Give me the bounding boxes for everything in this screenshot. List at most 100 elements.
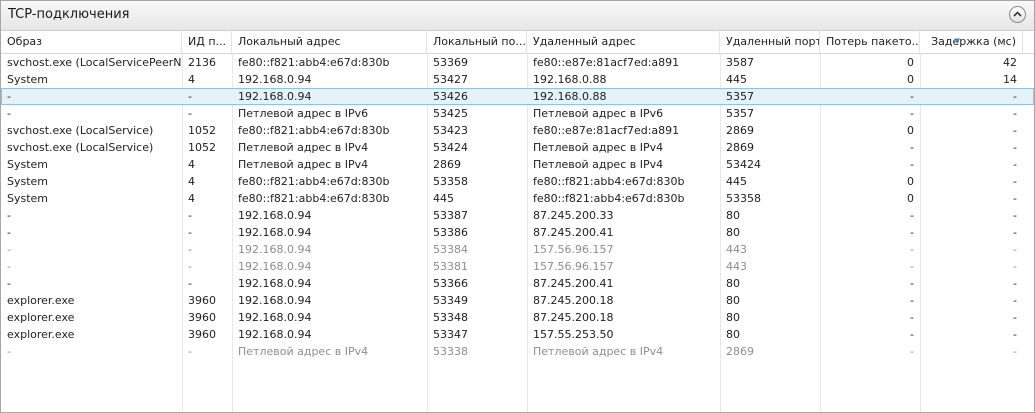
cell-pid: 2136 [188,56,216,69]
column-header-latency[interactable]: ▼ Задержка (мс) [920,31,1023,53]
cell-packet-loss: 0 [907,192,914,205]
cell-local-address: 192.168.0.94 [238,226,312,239]
column-header-remote-port[interactable]: Удаленный порт [720,31,820,53]
cell-local-address: fe80::f821:abb4:e67d:830b [238,56,390,69]
cell-image: - [7,209,11,222]
cell-local-port: 53358 [433,175,468,188]
cell-packet-loss: - [910,243,914,256]
cell-local-port: 445 [433,192,454,205]
column-header-pid[interactable]: ИД п... [182,31,232,53]
cell-local-port: 53427 [433,73,468,86]
connections-table: svchost.exe (LocalServicePeerNet) 2136 fe8… [1,54,1034,412]
cell-packet-loss: - [910,328,914,341]
table-row[interactable]: - - Петлевой адрес в IPv6 53425 Петлевой адр… [1,105,1034,122]
table-row[interactable]: svchost.exe (LocalService) 1052 fe80::f821… [1,122,1034,139]
cell-local-address: 192.168.0.94 [238,73,312,86]
cell-local-port: 53347 [433,328,468,341]
table-row[interactable]: System 4 Петлевой адрес в IPv4 2869 Петлевой… [1,156,1034,173]
cell-image: explorer.exe [7,311,75,324]
table-row[interactable]: - - 192.168.0.94 53381 157.56.96.157 443 - - [1,258,1034,275]
table-row[interactable]: - - 192.168.0.94 53386 87.245.200.41 80 - - [1,224,1034,241]
sort-descending-icon: ▼ [954,37,960,45]
cell-local-address: 192.168.0.94 [238,328,312,341]
table-row[interactable]: - - 192.168.0.94 53384 157.56.96.157 443 - - [1,241,1034,258]
chevron-up-icon [1013,11,1022,17]
cell-image: svchost.exe (LocalService) [7,124,154,137]
cell-local-port: 53349 [433,294,468,307]
cell-remote-address: 157.56.96.157 [533,243,614,256]
table-row[interactable]: svchost.exe (LocalServicePeerNet) 2136 fe8… [1,54,1034,71]
cell-pid: - [188,90,192,103]
table-row[interactable]: explorer.exe 3960 192.168.0.94 53349 87.245.… [1,292,1034,309]
cell-remote-port: 80 [726,294,740,307]
cell-remote-address: fe80::e87e:81acf7ed:a891 [533,124,680,137]
cell-pid: - [188,243,192,256]
cell-packet-loss: - [910,277,914,290]
cell-local-port: 53424 [433,141,468,154]
column-header-packet-loss[interactable]: Потерь пакето... [820,31,920,53]
table-row[interactable]: - - 192.168.0.94 53426 192.168.0.88 5357 - - [1,88,1034,105]
cell-remote-address: Петлевой адрес в IPv4 [533,141,664,154]
cell-image: - [7,345,11,358]
cell-remote-port: 443 [726,260,747,273]
table-row[interactable]: System 4 192.168.0.94 53427 192.168.0.88 445 0… [1,71,1034,88]
cell-remote-port: 445 [726,175,747,188]
cell-pid: 4 [188,192,195,205]
cell-image: - [7,277,11,290]
table-row[interactable]: - - Петлевой адрес в IPv4 53338 Петлевой адр… [1,343,1034,360]
cell-remote-port: 2869 [726,124,754,137]
column-header-image[interactable]: Образ [1,31,182,53]
cell-image: - [7,243,11,256]
cell-local-address: 192.168.0.94 [238,243,312,256]
cell-packet-loss: - [910,311,914,324]
cell-local-address: fe80::f821:abb4:e67d:830b [238,124,390,137]
cell-remote-port: 80 [726,209,740,222]
cell-local-port: 53426 [433,90,468,103]
cell-local-port: 53423 [433,124,468,137]
cell-pid: - [188,260,192,273]
cell-remote-address: Петлевой адрес в IPv6 [533,107,664,120]
cell-remote-address: fe80::f821:abb4:e67d:830b [533,175,685,188]
table-row[interactable]: - - 192.168.0.94 53387 87.245.200.33 80 - - [1,207,1034,224]
cell-packet-loss: - [910,107,914,120]
table-row[interactable]: System 4 fe80::f821:abb4:e67d:830b 53358 fe8… [1,173,1034,190]
cell-image: explorer.exe [7,294,75,307]
cell-local-address: 192.168.0.94 [238,277,312,290]
cell-remote-address: 87.245.200.41 [533,277,614,290]
cell-remote-address: fe80::f821:abb4:e67d:830b [533,192,685,205]
column-header-local-address[interactable]: Локальный адрес [232,31,427,53]
cell-pid: - [188,277,192,290]
table-row[interactable]: - - 192.168.0.94 53366 87.245.200.41 80 - - [1,275,1034,292]
cell-remote-address: 87.245.200.41 [533,226,614,239]
cell-pid: - [188,209,192,222]
cell-packet-loss: 0 [907,124,914,137]
cell-image: - [7,226,11,239]
tcp-connections-panel: TCP-подключения Образ ИД п... Локальный … [0,0,1035,413]
table-row[interactable]: explorer.exe 3960 192.168.0.94 53347 157.55.… [1,326,1034,343]
cell-local-address: fe80::f821:abb4:e67d:830b [238,175,390,188]
cell-pid: - [188,226,192,239]
cell-remote-address: 192.168.0.88 [533,73,607,86]
cell-remote-port: 3587 [726,56,754,69]
cell-remote-address: 87.245.200.18 [533,311,614,324]
section-header[interactable]: TCP-подключения [1,1,1034,31]
cell-latency: - [1013,345,1017,358]
collapse-button[interactable] [1009,6,1026,23]
section-title: TCP-подключения [8,7,130,22]
cell-image: System [7,192,49,205]
cell-latency: - [1013,260,1017,273]
cell-remote-port: 80 [726,226,740,239]
cell-local-address: Петлевой адрес в IPv6 [238,107,369,120]
cell-local-port: 53366 [433,277,468,290]
table-row[interactable]: svchost.exe (LocalService) 1052 Петлевой а… [1,139,1034,156]
column-header-local-port[interactable]: Локальный по... [427,31,527,53]
table-row[interactable]: explorer.exe 3960 192.168.0.94 53348 87.245.… [1,309,1034,326]
table-row[interactable]: System 4 fe80::f821:abb4:e67d:830b 445 fe80:… [1,190,1034,207]
cell-local-address: 192.168.0.94 [238,294,312,307]
cell-latency: - [1013,192,1017,205]
column-header-remote-address[interactable]: Удаленный адрес [527,31,720,53]
cell-remote-port: 80 [726,328,740,341]
cell-packet-loss: 0 [907,56,914,69]
cell-local-address: Петлевой адрес в IPv4 [238,158,369,171]
cell-pid: 1052 [188,124,216,137]
